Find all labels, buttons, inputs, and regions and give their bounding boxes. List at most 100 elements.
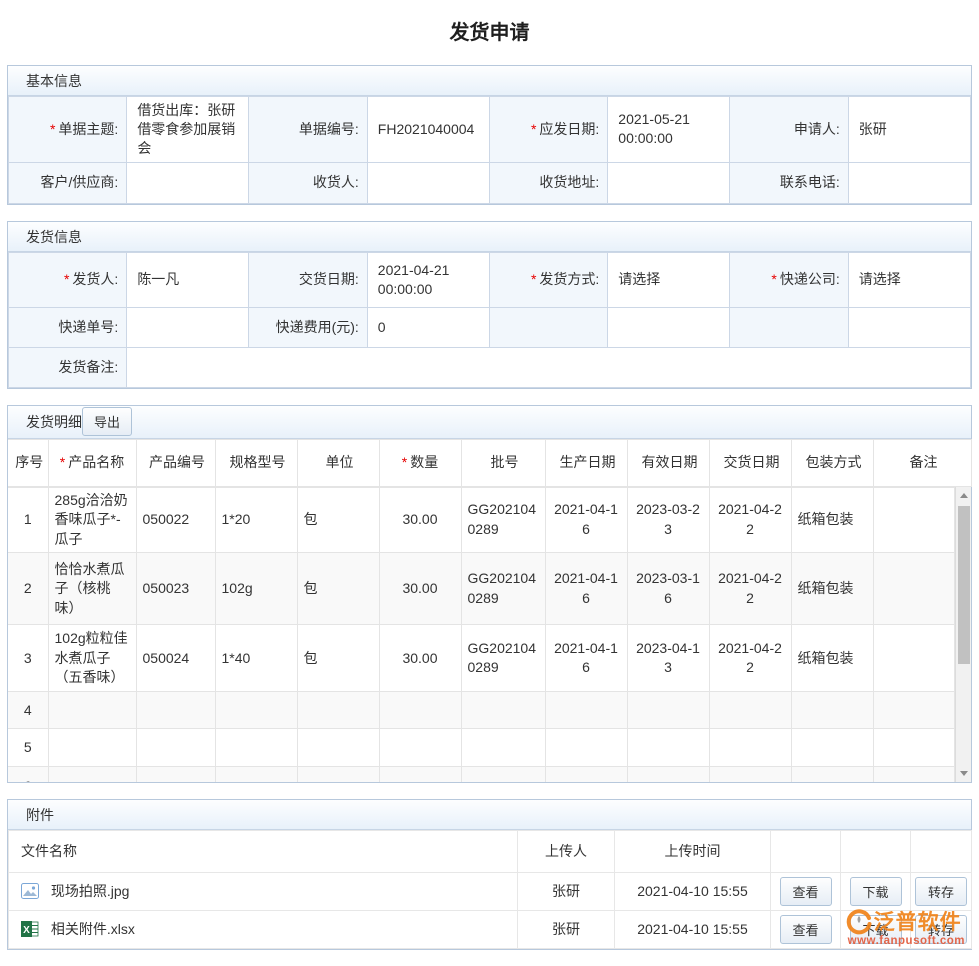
product-name-cell: 102g粒粒佳水煮瓜子（五香味） bbox=[48, 625, 136, 692]
express-company-select[interactable]: 请选择 bbox=[848, 252, 970, 307]
shipper-label: *发货人: bbox=[9, 252, 127, 307]
col-header-product-name: *产品名称 bbox=[48, 439, 136, 486]
col-header-product-code: 产品编号 bbox=[136, 439, 215, 486]
receiver-label: 收货人: bbox=[249, 162, 367, 203]
upload-time-cell: 2021-04-10 15:55 bbox=[615, 872, 771, 910]
express-fee-field[interactable]: 0 bbox=[367, 307, 489, 347]
required-asterisk: * bbox=[531, 121, 536, 137]
col-header-packaging: 包装方式 bbox=[791, 439, 873, 486]
customer-field[interactable] bbox=[127, 162, 249, 203]
subject-label: *单据主题: bbox=[9, 97, 127, 163]
required-asterisk: * bbox=[771, 271, 776, 287]
subject-field[interactable]: 借货出库：张研借零食参加展销会 bbox=[127, 97, 249, 163]
col-header-index: 序号 bbox=[8, 439, 48, 486]
col-header-action-2 bbox=[841, 830, 911, 872]
col-header-file-name: 文件名称 bbox=[9, 830, 518, 872]
shipping-info-section-header: 发货信息 bbox=[8, 222, 971, 252]
col-header-action-3 bbox=[911, 830, 972, 872]
transfer-button[interactable]: 转存 bbox=[915, 915, 967, 944]
empty-label-cell bbox=[730, 307, 848, 347]
details-vertical-scrollbar[interactable] bbox=[955, 487, 972, 782]
shipping-info-row-2: 快递单号: 快递费用(元): 0 bbox=[9, 307, 971, 347]
excel-file-icon: X bbox=[21, 920, 39, 938]
delivery-date-label: 交货日期: bbox=[249, 252, 367, 307]
remark-field[interactable] bbox=[127, 347, 971, 387]
download-button[interactable]: 下载 bbox=[850, 915, 902, 944]
col-header-action-1 bbox=[771, 830, 841, 872]
upload-time-cell: 2021-04-10 15:55 bbox=[615, 910, 771, 948]
shipping-request-page: 发货申请 基本信息 *单据主题: 借货出库：张研借零食参加展销会 单据编号: F… bbox=[0, 0, 979, 950]
delivery-date-field[interactable]: 2021-04-21 00:00:00 bbox=[367, 252, 489, 307]
receiver-field[interactable] bbox=[367, 162, 489, 203]
empty-value-cell bbox=[608, 307, 730, 347]
required-asterisk: * bbox=[50, 121, 55, 137]
col-header-production-date: 生产日期 bbox=[545, 439, 627, 486]
details-scroll-area: 1 285g洽洽奶香味瓜子*-瓜子 050022 1*20 包 30.00 GG… bbox=[8, 487, 971, 782]
due-date-field[interactable]: 2021-05-21 00:00:00 bbox=[608, 97, 730, 163]
section-shipping-details: 发货明细 导出 序号 *产品名称 产品编号 规格型号 单位 *数量 批号 生产日… bbox=[7, 405, 972, 783]
doc-no-label: 单据编号: bbox=[249, 97, 367, 163]
phone-field[interactable] bbox=[848, 162, 970, 203]
col-header-uploader: 上传人 bbox=[518, 830, 615, 872]
basic-info-section-header: 基本信息 bbox=[8, 66, 971, 96]
col-header-batch-no: 批号 bbox=[461, 439, 545, 486]
required-asterisk: * bbox=[64, 271, 69, 287]
uploader-cell: 张研 bbox=[518, 910, 615, 948]
triangle-up-icon bbox=[960, 493, 968, 498]
scrollbar-thumb[interactable] bbox=[958, 506, 970, 664]
col-header-unit: 单位 bbox=[297, 439, 379, 486]
details-body-table: 1 285g洽洽奶香味瓜子*-瓜子 050022 1*20 包 30.00 GG… bbox=[8, 487, 955, 782]
col-header-spec: 规格型号 bbox=[215, 439, 297, 486]
section-attachments: 附件 文件名称 上传人 上传时间 现场拍照.jpg 张研 2021-04-10 … bbox=[7, 799, 972, 950]
product-name-cell: 285g洽洽奶香味瓜子*-瓜子 bbox=[48, 487, 136, 553]
uploader-cell: 张研 bbox=[518, 872, 615, 910]
col-header-upload-time: 上传时间 bbox=[615, 830, 771, 872]
file-name-link[interactable]: 现场拍照.jpg bbox=[51, 883, 130, 899]
section-shipping-info: 发货信息 *发货人: 陈一凡 交货日期: 2021-04-21 00:00:00… bbox=[7, 221, 972, 389]
address-label: 收货地址: bbox=[489, 162, 607, 203]
customer-label: 客户/供应商: bbox=[9, 162, 127, 203]
view-button[interactable]: 查看 bbox=[780, 877, 832, 906]
product-name-cell: 恰恰水煮瓜子（核桃味） bbox=[48, 553, 136, 625]
express-company-label: *快递公司: bbox=[730, 252, 848, 307]
applicant-label: 申请人: bbox=[730, 97, 848, 163]
col-header-expiry-date: 有效日期 bbox=[627, 439, 709, 486]
attachments-header-row: 文件名称 上传人 上传时间 bbox=[9, 830, 972, 872]
file-name-cell: X 相关附件.xlsx bbox=[9, 910, 518, 948]
transfer-button[interactable]: 转存 bbox=[915, 877, 967, 906]
doc-no-field[interactable]: FH2021040004 bbox=[367, 97, 489, 163]
applicant-field[interactable]: 张研 bbox=[848, 97, 970, 163]
export-button[interactable]: 导出 bbox=[82, 407, 132, 436]
ship-method-select[interactable]: 请选择 bbox=[608, 252, 730, 307]
detail-row: 6 bbox=[8, 767, 954, 782]
triangle-down-icon bbox=[960, 771, 968, 776]
address-field[interactable] bbox=[608, 162, 730, 203]
attachment-row: 现场拍照.jpg 张研 2021-04-10 15:55 查看 下载 转存 bbox=[9, 872, 972, 910]
shipping-details-title: 发货明细 bbox=[26, 412, 82, 432]
details-header-table: 序号 *产品名称 产品编号 规格型号 单位 *数量 批号 生产日期 有效日期 交… bbox=[8, 439, 972, 487]
image-file-icon bbox=[21, 882, 39, 900]
detail-row: 2 恰恰水煮瓜子（核桃味） 050023 102g 包 30.00 GG2021… bbox=[8, 553, 954, 625]
shipping-details-section-header: 发货明细 导出 bbox=[8, 406, 971, 439]
col-header-quantity: *数量 bbox=[379, 439, 461, 486]
attachment-row: X 相关附件.xlsx 张研 2021-04-10 15:55 查看 下载 转存 bbox=[9, 910, 972, 948]
empty-value-cell bbox=[848, 307, 970, 347]
page-title: 发货申请 bbox=[0, 0, 979, 65]
required-asterisk: * bbox=[531, 271, 536, 287]
shipping-info-table: *发货人: 陈一凡 交货日期: 2021-04-21 00:00:00 *发货方… bbox=[8, 252, 971, 388]
ship-method-label: *发货方式: bbox=[489, 252, 607, 307]
tracking-no-label: 快递单号: bbox=[9, 307, 127, 347]
shipper-field[interactable]: 陈一凡 bbox=[127, 252, 249, 307]
details-header-row: 序号 *产品名称 产品编号 规格型号 单位 *数量 批号 生产日期 有效日期 交… bbox=[8, 439, 971, 486]
shipping-info-row-3: 发货备注: bbox=[9, 347, 971, 387]
scroll-down-button[interactable] bbox=[956, 765, 972, 782]
scroll-up-button[interactable] bbox=[956, 487, 972, 504]
tracking-no-field[interactable] bbox=[127, 307, 249, 347]
download-button[interactable]: 下载 bbox=[850, 877, 902, 906]
view-button[interactable]: 查看 bbox=[780, 915, 832, 944]
attachments-table: 文件名称 上传人 上传时间 现场拍照.jpg 张研 2021-04-10 15:… bbox=[8, 830, 972, 949]
detail-row: 5 bbox=[8, 729, 954, 767]
col-header-delivery-date: 交货日期 bbox=[709, 439, 791, 486]
file-name-link[interactable]: 相关附件.xlsx bbox=[51, 921, 135, 937]
detail-row: 3 102g粒粒佳水煮瓜子（五香味） 050024 1*40 包 30.00 G… bbox=[8, 625, 954, 692]
